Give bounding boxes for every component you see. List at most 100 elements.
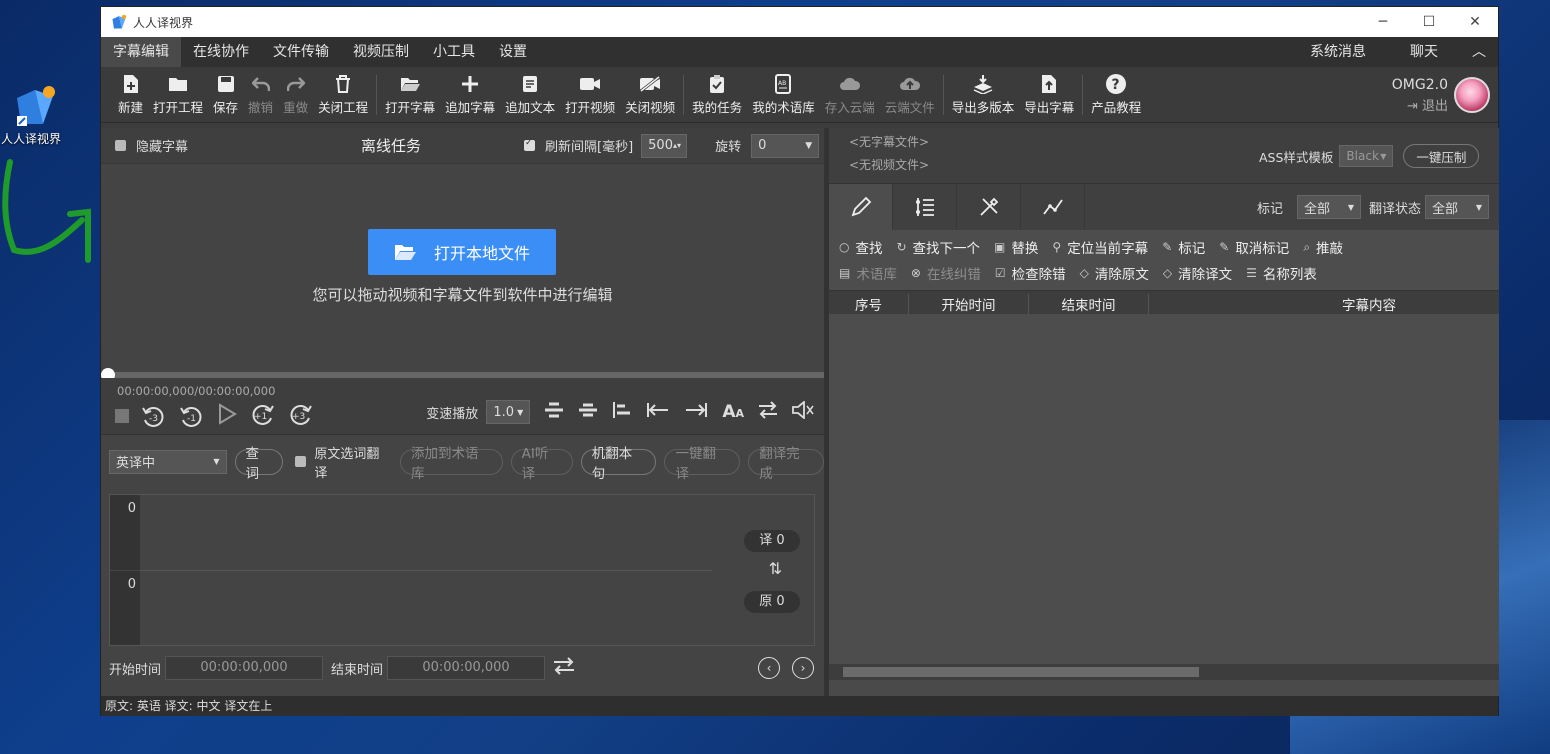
menu-online-collab[interactable]: 在线协作 — [181, 37, 261, 67]
tab-tools[interactable] — [957, 184, 1021, 230]
start-time-input[interactable]: 00:00:00,000 — [165, 656, 324, 680]
tab-edit[interactable] — [829, 184, 893, 230]
scrollbar-thumb[interactable] — [843, 667, 1199, 677]
unmark-button[interactable]: ✎ 取消标记 — [1219, 237, 1289, 257]
translation-count-badge[interactable]: 译 0 — [744, 530, 800, 552]
machine-translate-button[interactable]: 机翻本句 — [580, 446, 657, 482]
find-next-button[interactable]: ↻ 查找下一个 — [896, 237, 980, 257]
video-area[interactable]: 打开本地文件 您可以拖动视频和字幕文件到软件中进行编辑 — [101, 164, 824, 372]
jump-start-icon[interactable] — [646, 402, 670, 422]
align-center-h-icon[interactable] — [578, 401, 598, 423]
subtitle-table-body[interactable] — [829, 314, 1499, 680]
avatar[interactable] — [1454, 77, 1490, 113]
open-video-button[interactable]: 打开视频 — [560, 67, 620, 123]
ass-template-select[interactable]: Black ▼ — [1339, 145, 1394, 167]
check-errors-button[interactable]: ☑ 检查除错 — [995, 263, 1066, 283]
menu-settings[interactable]: 设置 — [487, 37, 539, 67]
save-button[interactable]: 保存 — [208, 67, 243, 123]
refresh-interval-spinner[interactable]: 500 ▴▾ — [641, 133, 688, 158]
collapse-icon[interactable]: ︿ — [1460, 37, 1498, 67]
export-multi-button[interactable]: 导出多版本 — [947, 67, 1020, 123]
open-subtitle-button[interactable]: 打开字幕 — [380, 67, 440, 123]
minimize-button[interactable]: ─ — [1360, 7, 1406, 37]
mark-button[interactable]: ✎ 标记 — [1162, 237, 1205, 257]
translation-textarea[interactable] — [142, 495, 712, 569]
rewind-3-icon[interactable]: -3 — [141, 404, 167, 428]
tab-stats[interactable] — [1021, 184, 1085, 230]
swap-icon[interactable] — [758, 401, 778, 423]
original-count-badge[interactable]: 原 0 — [744, 591, 800, 613]
save-cloud-button[interactable]: 存入云端 — [820, 67, 880, 123]
col-index[interactable]: 序号 — [829, 293, 909, 314]
close-project-button[interactable]: 关闭工程 — [313, 67, 373, 123]
maximize-button[interactable]: ☐ — [1406, 7, 1452, 37]
desktop-shortcut[interactable]: 人人译视界 — [0, 84, 70, 147]
redo-button[interactable]: 重做 — [278, 67, 313, 123]
horizontal-scrollbar[interactable] — [829, 664, 1499, 680]
export-subtitle-button[interactable]: 导出字幕 — [1019, 67, 1079, 123]
close-button[interactable]: ✕ — [1452, 7, 1498, 37]
play-icon[interactable] — [217, 403, 237, 429]
termbase-button[interactable]: ▤ 术语库 — [839, 263, 897, 283]
open-project-button[interactable]: 打开工程 — [148, 67, 208, 123]
align-left-icon[interactable] — [612, 401, 632, 423]
ai-listen-button[interactable]: AI听译 — [510, 446, 573, 482]
cloud-files-button[interactable]: 云端文件 — [880, 67, 940, 123]
add-subtitle-button[interactable]: 追加字幕 — [440, 67, 500, 123]
volume-icon[interactable] — [792, 400, 814, 423]
replace-button[interactable]: ▣ 替换 — [994, 237, 1038, 257]
lookup-button[interactable]: 查词 — [234, 446, 284, 482]
prev-subtitle-icon[interactable]: ‹ — [758, 657, 780, 679]
open-local-file-button[interactable]: 打开本地文件 — [368, 229, 556, 275]
col-start-time[interactable]: 开始时间 — [909, 293, 1029, 314]
swap-time-icon[interactable] — [553, 657, 575, 679]
clear-original-button[interactable]: ◇ 清除原文 — [1080, 263, 1149, 283]
menu-chat[interactable]: 聊天 — [1388, 37, 1460, 67]
my-tasks-button[interactable]: 我的任务 — [687, 67, 747, 123]
stop-icon[interactable] — [115, 409, 129, 423]
original-textarea[interactable] — [142, 572, 712, 644]
menu-video-compress[interactable]: 视频压制 — [341, 37, 421, 67]
align-center-v-icon[interactable] — [544, 401, 564, 423]
clear-translation-button[interactable]: ◇ 清除译文 — [1163, 263, 1232, 283]
add-term-button[interactable]: 添加到术语库 — [400, 446, 503, 482]
one-key-burn-button[interactable]: 一键压制 — [1403, 144, 1480, 168]
menu-tools[interactable]: 小工具 — [421, 37, 487, 67]
hide-subtitle-checkbox[interactable] — [115, 140, 126, 151]
select-translate-checkbox[interactable] — [295, 456, 307, 467]
one-key-translate-button[interactable]: 一键翻译 — [664, 446, 741, 482]
col-end-time[interactable]: 结束时间 — [1029, 293, 1149, 314]
col-content[interactable]: 字幕内容 — [1149, 294, 1499, 314]
tab-list[interactable] — [893, 184, 957, 230]
logout-link[interactable]: ⇥ 退出 — [1392, 95, 1448, 114]
end-time-input[interactable]: 00:00:00,000 — [387, 656, 546, 680]
swap-order-icon[interactable]: ⇅ — [769, 559, 782, 578]
menu-file-transfer[interactable]: 文件传输 — [261, 37, 341, 67]
menu-system-messages[interactable]: 系统消息 — [1288, 37, 1388, 67]
translate-done-button[interactable]: 翻译完成 — [748, 446, 825, 482]
find-button[interactable]: ○ 查找 — [839, 237, 882, 257]
refine-button[interactable]: ⌕ 推敲 — [1303, 237, 1343, 258]
jump-end-icon[interactable] — [684, 402, 708, 422]
name-list-button[interactable]: ☰ 名称列表 — [1246, 263, 1317, 283]
add-text-button[interactable]: 追加文本 — [500, 67, 560, 123]
refresh-checkbox[interactable] — [524, 138, 535, 151]
my-terms-button[interactable]: AB 我的术语库 — [747, 67, 820, 123]
menu-subtitle-edit[interactable]: 字幕编辑 — [101, 37, 181, 67]
mark-filter-select[interactable]: 全部 ▼ — [1296, 195, 1361, 219]
locate-current-button[interactable]: ⚲ 定位当前字幕 — [1052, 237, 1148, 257]
tutorial-button[interactable]: ? 产品教程 — [1086, 67, 1146, 123]
forward-3-icon[interactable]: +3 — [287, 402, 313, 430]
speed-select[interactable]: 1.0 ▼ — [486, 400, 531, 424]
rewind-1-icon[interactable]: -1 — [179, 404, 205, 428]
online-correct-button[interactable]: ⊗ 在线纠错 — [911, 263, 981, 283]
next-subtitle-icon[interactable]: › — [792, 657, 814, 679]
rotate-select[interactable]: 0 ▼ — [751, 133, 820, 158]
new-button[interactable]: 新建 — [113, 67, 148, 123]
language-select[interactable]: 英译中 ▼ — [109, 449, 227, 474]
trans-state-select[interactable]: 全部 ▼ — [1425, 195, 1489, 219]
forward-1-icon[interactable]: +1 — [249, 402, 275, 430]
close-video-button[interactable]: 关闭视频 — [620, 67, 680, 123]
font-size-icon[interactable]: AA — [722, 402, 744, 422]
undo-button[interactable]: 撤销 — [243, 67, 278, 123]
